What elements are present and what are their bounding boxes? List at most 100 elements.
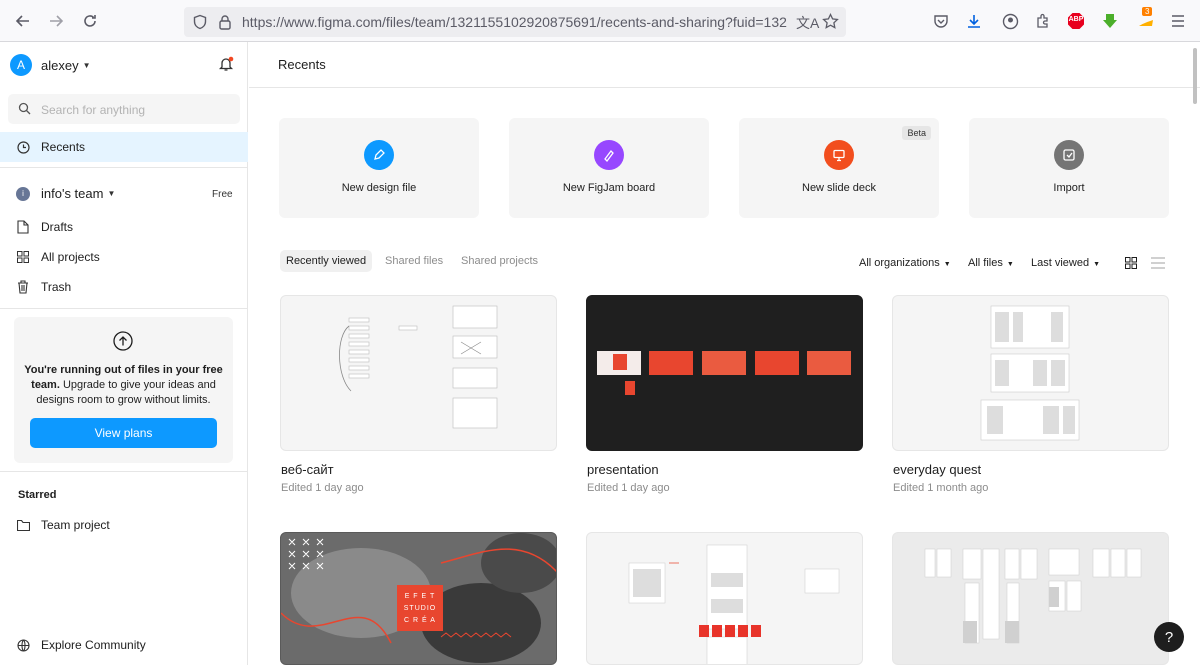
- notification-bell-icon[interactable]: [218, 56, 234, 75]
- sidebar-item-label: Recents: [41, 140, 86, 154]
- adblock-plus-icon[interactable]: ABP: [1066, 11, 1086, 31]
- upgrade-message: You're running out of files in your free…: [14, 363, 233, 408]
- sidebar-item-all-projects[interactable]: All projects: [0, 242, 248, 272]
- adblock-label: ABP: [1068, 16, 1084, 23]
- file-edited-time: Edited 1 day ago: [587, 482, 670, 494]
- page-title: Recents: [278, 57, 326, 72]
- tab-shared-projects[interactable]: Shared projects: [461, 255, 538, 267]
- team-switcher[interactable]: i info's team ▼: [16, 186, 115, 201]
- download-icon[interactable]: [964, 11, 984, 31]
- upgrade-card: You're running out of files in your free…: [14, 317, 233, 463]
- download-helper-icon[interactable]: [1100, 11, 1120, 31]
- file-edited-time: Edited 1 day ago: [281, 482, 364, 494]
- plan-badge: Free: [212, 189, 233, 200]
- sidebar-item-explore-community[interactable]: Explore Community: [0, 630, 248, 660]
- file-thumbnail[interactable]: [586, 295, 863, 451]
- starred-heading: Starred: [18, 489, 57, 501]
- scrollbar[interactable]: [1193, 48, 1197, 104]
- pen-tool-icon: [364, 140, 394, 170]
- extension-badge-icon[interactable]: 3: [1136, 7, 1156, 31]
- organization-filter-dropdown[interactable]: All organizations ▼: [859, 257, 951, 269]
- sidebar-item-label: Team project: [41, 518, 110, 532]
- sidebar-item-label: All projects: [41, 250, 100, 264]
- file-thumbnail[interactable]: E F E T STUDIO C R É A: [280, 532, 557, 665]
- file-type-filter-dropdown[interactable]: All files ▼: [968, 257, 1014, 269]
- dropdown-label: Last viewed: [1031, 257, 1090, 269]
- team-name: info's team: [41, 186, 104, 201]
- user-name: alexey: [41, 57, 79, 73]
- trash-icon: [16, 280, 30, 294]
- search-icon: [18, 102, 31, 118]
- tile-label: New slide deck: [802, 182, 876, 194]
- file-thumbnail[interactable]: [586, 532, 863, 665]
- tile-label: New FigJam board: [562, 182, 656, 194]
- upgrade-message-text: Upgrade to give your ideas and designs r…: [36, 379, 216, 406]
- shield-icon[interactable]: [192, 14, 208, 33]
- url-text[interactable]: https://www.figma.com/files/team/1321155…: [242, 14, 787, 30]
- folder-icon: [16, 518, 30, 532]
- file-thumbnail[interactable]: [892, 295, 1169, 451]
- marker-icon: [594, 140, 624, 170]
- avatar: A: [10, 54, 32, 76]
- logo-line: E F E T: [404, 593, 436, 600]
- sidebar-item-drafts[interactable]: Drafts: [0, 212, 248, 242]
- clock-icon: [16, 140, 30, 154]
- search-placeholder: Search for anything: [41, 103, 146, 117]
- arrow-up-circle-icon: [113, 331, 133, 354]
- file-thumbnail[interactable]: [280, 295, 557, 451]
- file-icon: [16, 220, 30, 234]
- sidebar-item-label: Drafts: [41, 220, 74, 234]
- chevron-down-icon: ▼: [943, 261, 951, 268]
- file-name[interactable]: everyday quest: [893, 462, 981, 477]
- divider: [249, 87, 1200, 88]
- new-slide-deck-button[interactable]: Beta New slide deck: [739, 118, 939, 218]
- tab-recently-viewed[interactable]: Recently viewed: [280, 250, 373, 272]
- chevron-down-icon: ▼: [1093, 261, 1101, 268]
- search-input[interactable]: Search for anything: [8, 94, 240, 124]
- import-button[interactable]: Import: [969, 118, 1169, 218]
- tab-shared-files[interactable]: Shared files: [385, 255, 443, 267]
- sidebar-item-label: Trash: [41, 280, 72, 294]
- lock-icon[interactable]: [218, 14, 232, 33]
- sidebar-item-recents[interactable]: Recents: [0, 132, 248, 162]
- file-thumbnail[interactable]: [892, 532, 1169, 665]
- list-view-icon[interactable]: [1151, 257, 1165, 272]
- new-design-file-button[interactable]: New design file: [279, 118, 479, 218]
- reload-icon[interactable]: [79, 10, 101, 32]
- bookmark-star-icon[interactable]: [822, 12, 839, 33]
- file-name[interactable]: веб-сайт: [281, 462, 334, 477]
- tile-label: New design file: [341, 182, 417, 194]
- translate-icon[interactable]: 文A: [796, 13, 819, 33]
- view-plans-button[interactable]: View plans: [30, 418, 217, 448]
- sidebar-item-team-project[interactable]: Team project: [0, 510, 248, 540]
- tile-label: Import: [1053, 182, 1085, 194]
- extensions-icon[interactable]: [1033, 11, 1053, 31]
- forward-arrow-icon[interactable]: [45, 10, 67, 32]
- account-icon[interactable]: [1000, 11, 1020, 31]
- extension-count-badge: 3: [1142, 7, 1153, 16]
- sidebar-item-trash[interactable]: Trash: [0, 272, 248, 302]
- dropdown-label: All organizations: [859, 257, 940, 269]
- help-button[interactable]: ?: [1154, 622, 1184, 652]
- grid-icon: [16, 250, 30, 264]
- file-edited-time: Edited 1 month ago: [893, 482, 989, 494]
- new-figjam-board-button[interactable]: New FigJam board: [509, 118, 709, 218]
- dropdown-label: All files: [968, 257, 1003, 269]
- menu-hamburger-icon[interactable]: [1168, 11, 1188, 31]
- account-switcher[interactable]: A alexey ▼: [10, 54, 91, 76]
- grid-view-icon[interactable]: [1125, 257, 1137, 272]
- chevron-down-icon: ▼: [1006, 261, 1014, 268]
- pocket-icon[interactable]: [931, 11, 951, 31]
- chevron-down-icon: ▼: [107, 189, 116, 198]
- url-bar[interactable]: https://www.figma.com/files/team/1321155…: [184, 7, 846, 37]
- logo-line: STUDIO: [403, 605, 437, 612]
- import-icon: [1054, 140, 1084, 170]
- divider: [0, 471, 248, 472]
- thumbnail-logo-text: E F E T STUDIO C R É A: [397, 591, 443, 627]
- file-name[interactable]: presentation: [587, 462, 659, 477]
- slides-icon: [824, 140, 854, 170]
- browser-toolbar: https://www.figma.com/files/team/1321155…: [0, 0, 1200, 42]
- team-avatar: i: [16, 186, 30, 201]
- back-arrow-icon[interactable]: [12, 10, 34, 32]
- sort-dropdown[interactable]: Last viewed ▼: [1031, 257, 1100, 269]
